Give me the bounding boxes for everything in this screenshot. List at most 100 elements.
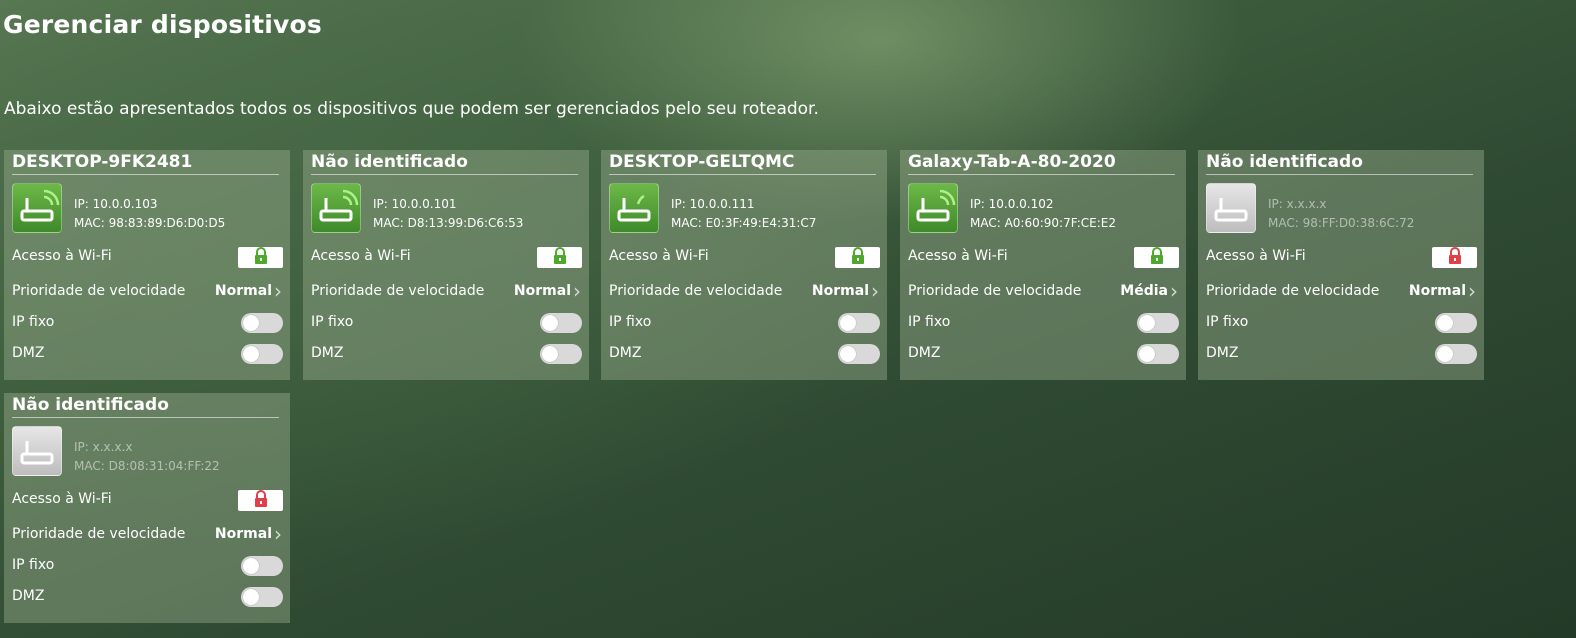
fixed-ip-toggle[interactable] (838, 313, 880, 333)
wifi-access-button[interactable] (1432, 246, 1477, 269)
toggle-knob (840, 346, 856, 362)
chevron-right-icon: › (1468, 279, 1476, 303)
speed-priority-label: Prioridade de velocidade (609, 283, 783, 299)
dmz-label: DMZ (609, 345, 642, 361)
device-ip: IP: x.x.x.x (1268, 197, 1327, 211)
speed-priority-value: Normal (214, 526, 272, 542)
toggle-knob (840, 315, 856, 331)
device-card: DESKTOP-9FK2481 IP: 10.0.0.103 MAC: 98:83:… (4, 150, 290, 380)
fixed-ip-label: IP fixo (1206, 314, 1249, 330)
router-offline-icon (1206, 183, 1256, 233)
device-name[interactable]: DESKTOP-GELTQMC (609, 152, 876, 175)
router-wifi-icon (908, 183, 958, 233)
wifi-access-button[interactable] (238, 246, 283, 269)
device-mac: MAC: 98:83:89:D6:D0:D5 (74, 216, 226, 230)
device-card: Não identificado IP: x.x.x.x MAC: 98:FF:D0… (1198, 150, 1484, 380)
device-ip: IP: 10.0.0.102 (970, 197, 1054, 211)
fixed-ip-label: IP fixo (12, 314, 55, 330)
speed-priority-selector[interactable]: Normal › (1408, 279, 1476, 303)
dmz-label: DMZ (311, 345, 344, 361)
fixed-ip-toggle[interactable] (1137, 313, 1179, 333)
speed-priority-label: Prioridade de velocidade (12, 526, 186, 542)
device-mac: MAC: D8:13:99:D6:C6:53 (373, 216, 524, 230)
wifi-access-button[interactable] (835, 246, 880, 268)
fixed-ip-label: IP fixo (908, 314, 951, 330)
device-name[interactable]: Não identificado (1206, 152, 1473, 175)
wifi-access-label: Acesso à Wi-Fi (908, 248, 1008, 264)
device-name[interactable]: Não identificado (12, 395, 279, 418)
device-info: IP: 10.0.0.102 MAC: A0:60:90:7F:CE:E2 (970, 195, 1116, 233)
wifi-access-button[interactable] (537, 246, 582, 269)
device-mac: MAC: 98:FF:D0:38:6C:72 (1268, 216, 1415, 230)
router-wifi-icon (12, 183, 62, 233)
speed-priority-label: Prioridade de velocidade (908, 283, 1082, 299)
speed-priority-value: Normal (1408, 283, 1466, 299)
speed-priority-value: Média (1120, 283, 1168, 299)
dmz-toggle[interactable] (838, 344, 880, 364)
speed-priority-value: Normal (513, 283, 571, 299)
router-cable-icon (609, 183, 659, 233)
chevron-right-icon: › (274, 279, 282, 303)
toggle-knob (1437, 315, 1453, 331)
wifi-access-button[interactable] (238, 489, 283, 512)
toggle-knob (243, 346, 259, 362)
device-ip: IP: 10.0.0.103 (74, 197, 158, 211)
lock-open-icon (252, 246, 270, 269)
router-wifi-icon (311, 183, 361, 233)
page-title: Gerenciar dispositivos (3, 10, 322, 39)
speed-priority-value: Normal (214, 283, 272, 299)
toggle-knob (1139, 346, 1155, 362)
device-mac: MAC: E0:3F:49:E4:31:C7 (671, 216, 817, 230)
fixed-ip-label: IP fixo (12, 557, 55, 573)
speed-priority-selector[interactable]: Normal › (214, 279, 282, 303)
chevron-right-icon: › (274, 522, 282, 546)
device-info: IP: x.x.x.x MAC: D8:08:31:04:FF:22 (74, 438, 220, 476)
speed-priority-selector[interactable]: Normal › (513, 279, 581, 303)
toggle-knob (1437, 346, 1453, 362)
device-info: IP: 10.0.0.101 MAC: D8:13:99:D6:C6:53 (373, 195, 523, 233)
lock-closed-icon (1446, 246, 1464, 269)
fixed-ip-toggle[interactable] (241, 556, 283, 576)
speed-priority-label: Prioridade de velocidade (12, 283, 186, 299)
speed-priority-label: Prioridade de velocidade (1206, 283, 1380, 299)
device-ip: IP: x.x.x.x (74, 440, 133, 454)
speed-priority-selector[interactable]: Média › (1120, 279, 1178, 303)
chevron-right-icon: › (1170, 279, 1178, 303)
chevron-right-icon: › (573, 279, 581, 303)
dmz-toggle[interactable] (241, 344, 283, 364)
device-info: IP: 10.0.0.103 MAC: 98:83:89:D6:D0:D5 (74, 195, 225, 233)
wifi-access-button[interactable] (1134, 246, 1179, 269)
router-offline-icon (12, 426, 62, 476)
device-card: Galaxy-Tab-A-80-2020 IP: 10.0.0.102 MAC: A… (900, 150, 1186, 380)
speed-priority-selector[interactable]: Normal › (812, 281, 879, 301)
dmz-toggle[interactable] (540, 344, 582, 364)
dmz-toggle[interactable] (1137, 344, 1179, 364)
lock-closed-icon (252, 489, 270, 512)
dmz-label: DMZ (908, 345, 941, 361)
device-name[interactable]: Galaxy-Tab-A-80-2020 (908, 152, 1175, 175)
wifi-access-label: Acesso à Wi-Fi (1206, 248, 1306, 264)
fixed-ip-label: IP fixo (311, 314, 354, 330)
toggle-knob (243, 315, 259, 331)
fixed-ip-toggle[interactable] (1435, 313, 1477, 333)
wifi-access-label: Acesso à Wi-Fi (609, 248, 709, 264)
wifi-access-label: Acesso à Wi-Fi (12, 491, 112, 507)
dmz-toggle[interactable] (241, 587, 283, 607)
lock-open-icon (1148, 246, 1166, 269)
dmz-label: DMZ (12, 345, 45, 361)
page-description: Abaixo estão apresentados todos os dispo… (4, 99, 819, 119)
device-card: Não identificado IP: x.x.x.x MAC: D8:08:31… (4, 393, 290, 623)
fixed-ip-toggle[interactable] (241, 313, 283, 333)
lock-open-icon (551, 246, 569, 269)
dmz-toggle[interactable] (1435, 344, 1477, 364)
speed-priority-selector[interactable]: Normal › (214, 522, 282, 546)
device-name[interactable]: DESKTOP-9FK2481 (12, 152, 279, 175)
toggle-knob (243, 589, 259, 605)
dmz-label: DMZ (1206, 345, 1239, 361)
toggle-knob (243, 558, 259, 574)
fixed-ip-toggle[interactable] (540, 313, 582, 333)
wifi-access-label: Acesso à Wi-Fi (12, 248, 112, 264)
device-info: IP: 10.0.0.111 MAC: E0:3F:49:E4:31:C7 (671, 195, 816, 233)
device-mac: MAC: A0:60:90:7F:CE:E2 (970, 216, 1116, 230)
device-name[interactable]: Não identificado (311, 152, 578, 175)
